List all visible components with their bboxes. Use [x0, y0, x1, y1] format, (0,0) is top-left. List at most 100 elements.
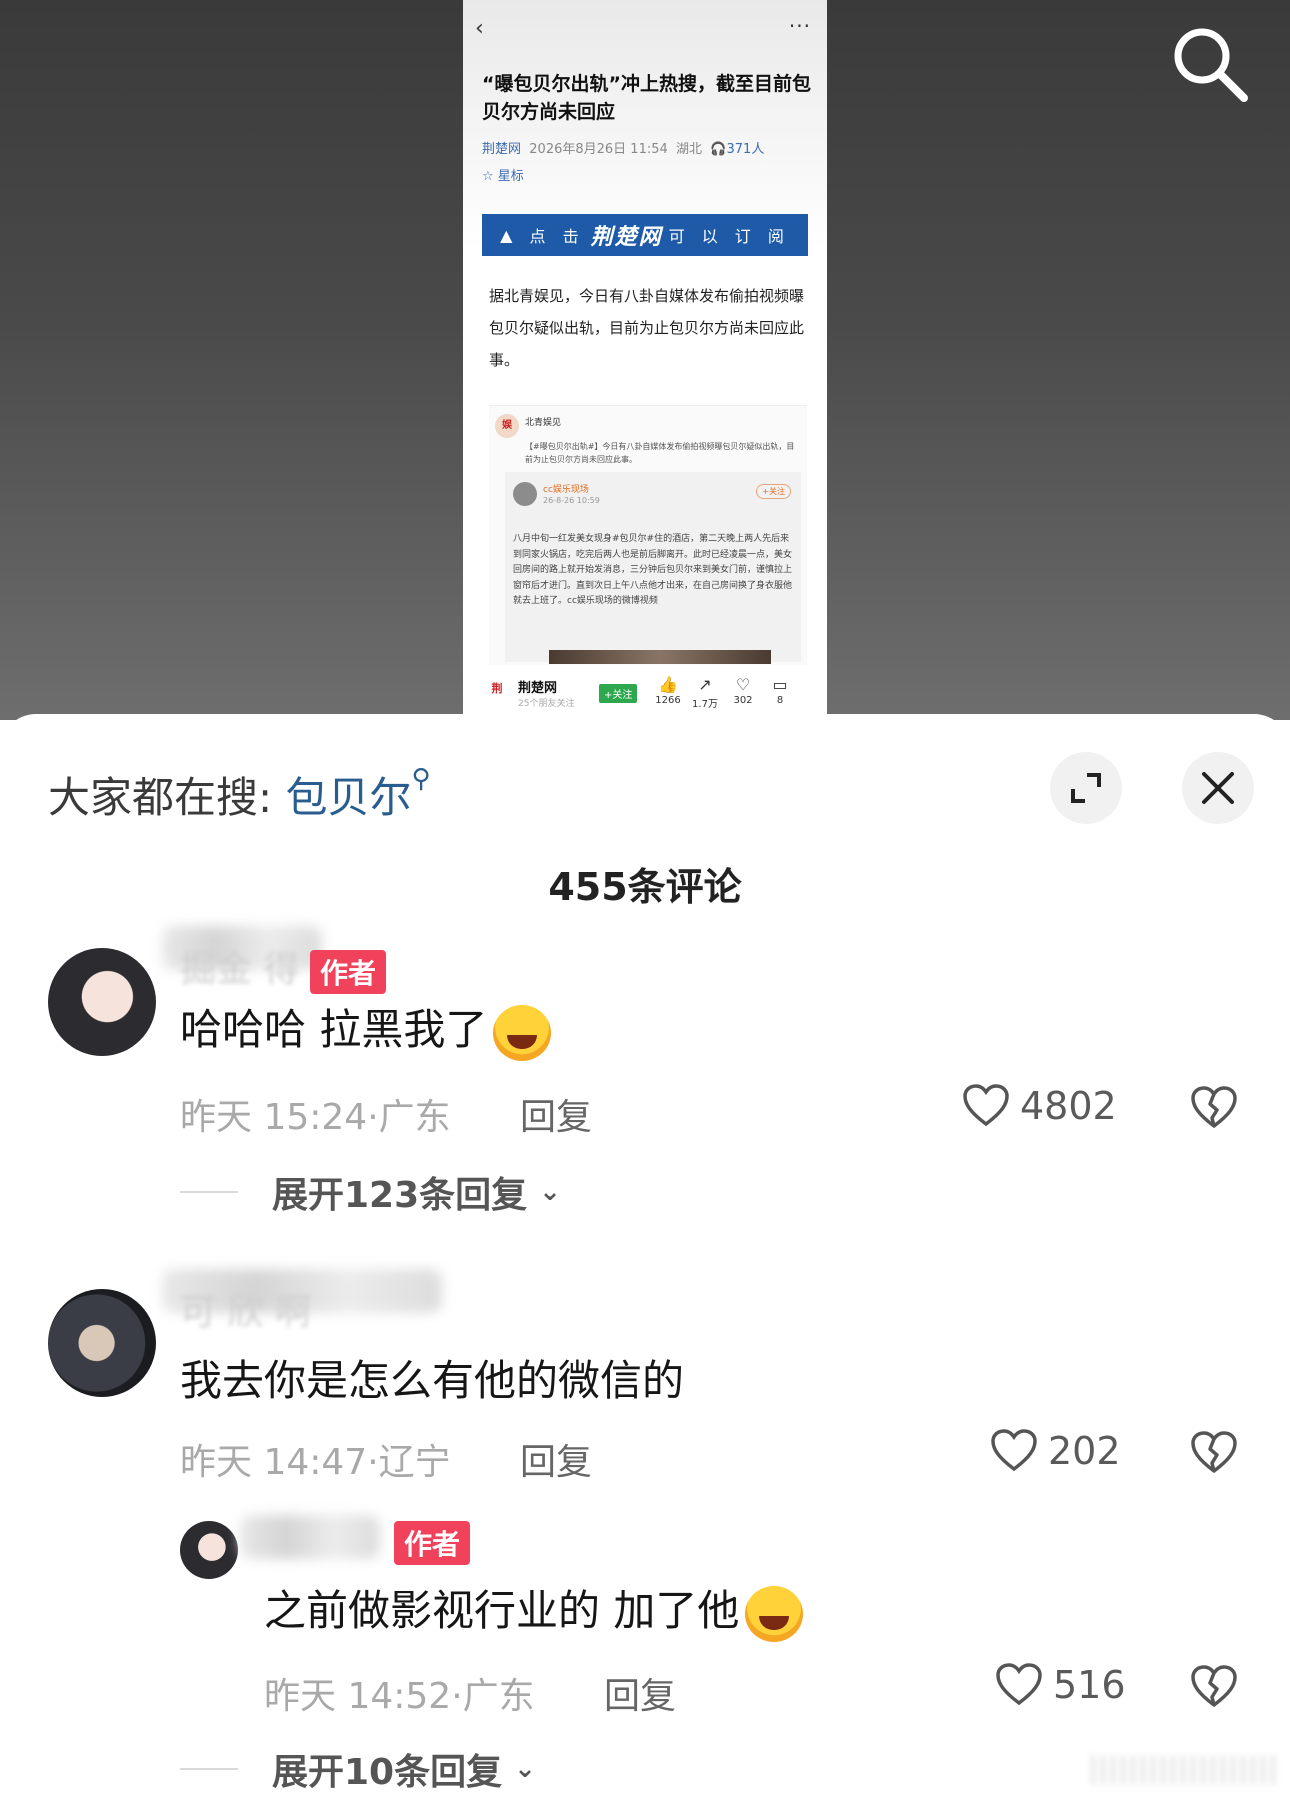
- expand-replies-label: 展开10条回复: [272, 1752, 503, 1793]
- comment-text: 我去你是怎么有他的微信的: [180, 1356, 685, 1405]
- search-icon: [1174, 28, 1248, 102]
- subscribe-banner: ▲ 点 击 荆楚网 可 以 订 阅: [482, 214, 808, 256]
- article-region: 湖北: [676, 142, 703, 157]
- quote-text: 八月中旬一红发美女现身#包贝尔#住的酒店，第二天晚上两人先后来到同家火锅店，吃完…: [513, 534, 793, 606]
- reply-item: 作者 之前做影视行业的 加了他 昨天 14:52·广东 回复 516 展开10条…: [0, 1509, 1290, 1793]
- reply-button[interactable]: 回复: [520, 1088, 592, 1140]
- quote-video-thumb: [549, 650, 771, 664]
- banner-logo: 荆楚网: [590, 224, 663, 250]
- comment-icon: ▭: [772, 675, 788, 694]
- article-listeners: 371人: [726, 142, 765, 157]
- article-title: “曝包贝尔出轨”冲上热搜，截至目前包贝尔方尚未回应: [482, 73, 811, 123]
- expand-button[interactable]: [1050, 752, 1122, 824]
- expand-icon: [1071, 773, 1101, 803]
- article-fav-count: 302: [733, 695, 753, 706]
- hot-search[interactable]: 大家都在搜: 包贝尔⚲: [48, 764, 431, 825]
- broken-heart-icon: [1191, 1431, 1237, 1473]
- dislike-button[interactable]: [1190, 1665, 1238, 1713]
- back-icon: ‹: [475, 16, 484, 41]
- laugh-cry-emoji-icon: [493, 1004, 552, 1061]
- quote-account: cc娱乐现场: [543, 485, 589, 495]
- banner-right: 可 以 订 阅: [668, 227, 790, 246]
- article-bottom-bar: 荆 荆楚网 25个朋友关注 +关注 👍 1266 ↗ 1.7万 ♡ 302 ▭ 8: [463, 665, 827, 714]
- hot-search-prefix: 大家都在搜:: [48, 773, 273, 822]
- video-area[interactable]: ‹ ··· “曝包贝尔出轨”冲上热搜，截至目前包贝尔方尚未回应 荆楚网 2026…: [0, 0, 1290, 720]
- quote-follow: +关注: [756, 484, 791, 499]
- embed-text: 【#曝包贝尔出轨#】今日有八卦自媒体发布偷拍视频曝包贝尔疑似出轨，目前为止包贝尔…: [525, 442, 795, 464]
- share-icon: ↗: [698, 675, 712, 694]
- like-button[interactable]: 202: [990, 1429, 1121, 1473]
- like-button[interactable]: 516: [995, 1663, 1126, 1707]
- article-share-count: 1.7万: [692, 699, 718, 710]
- quote-avatar: [513, 482, 537, 506]
- username[interactable]: 掘金 得: [180, 940, 299, 992]
- dislike-button[interactable]: [1190, 1431, 1238, 1479]
- comment-meta: 昨天 15:24·广东: [180, 1097, 451, 1138]
- article-share: ↗ 1.7万: [685, 675, 725, 710]
- comment-time: 昨天 15:24: [180, 1097, 368, 1138]
- embed-quote: cc娱乐现场 +关注 26-8-26 10:59 八月中旬一红发美女现身#包贝尔…: [505, 472, 801, 664]
- comment-count: 455条评论: [548, 865, 742, 909]
- expand-replies[interactable]: 展开10条回复 ⌄: [180, 1743, 536, 1793]
- article-screenshot: ‹ ··· “曝包贝尔出轨”冲上热搜，截至目前包贝尔方尚未回应 荆楚网 2026…: [463, 0, 827, 714]
- divider: [180, 1191, 238, 1193]
- expand-replies[interactable]: 展开123条回复 ⌄: [180, 1166, 561, 1218]
- author-tag: 作者: [310, 950, 387, 994]
- chevron-down-icon: ⌄: [514, 1754, 536, 1784]
- heart-icon: [963, 1084, 1009, 1127]
- comment-location: 辽宁: [378, 1442, 451, 1483]
- publisher-follow: +关注: [599, 684, 638, 703]
- more-icon: ···: [788, 14, 811, 38]
- comment-location: 广东: [462, 1676, 535, 1717]
- article-comment-count: 8: [776, 695, 784, 706]
- comment-text-content: 哈哈哈 拉黑我了: [180, 1005, 488, 1054]
- avatar[interactable]: [180, 1521, 238, 1579]
- article-fav: ♡ 302: [723, 675, 763, 706]
- watermark: [1090, 1755, 1280, 1785]
- avatar[interactable]: [48, 1289, 156, 1397]
- expand-replies-label: 展开123条回复: [272, 1175, 528, 1216]
- heart-outline-icon: ♡: [735, 675, 751, 694]
- username-blur: [240, 1515, 380, 1559]
- comment-time: 昨天 14:47: [180, 1442, 368, 1483]
- banner-left: 点 击: [529, 227, 585, 246]
- article-like-count: 1266: [655, 695, 681, 706]
- reply-button[interactable]: 回复: [604, 1667, 676, 1719]
- reply-button[interactable]: 回复: [520, 1433, 592, 1485]
- comment-sheet: 大家都在搜: 包贝尔⚲ 455条评论 掘金 得 作者 哈哈哈 拉黑我了 昨天 1…: [0, 714, 1290, 1793]
- broken-heart-icon: [1191, 1665, 1237, 1707]
- dislike-button[interactable]: [1190, 1086, 1238, 1134]
- like-button[interactable]: 4802: [962, 1084, 1117, 1128]
- comment-time: 昨天 14:52: [264, 1676, 452, 1717]
- article-header: ‹ ··· “曝包贝尔出轨”冲上热搜，截至目前包贝尔方尚未回应 荆楚网 2026…: [463, 0, 827, 250]
- comment-meta: 昨天 14:52·广东: [264, 1676, 535, 1717]
- comment-meta: 昨天 14:47·辽宁: [180, 1442, 451, 1483]
- avatar[interactable]: [48, 948, 156, 1056]
- like-count: 4802: [1020, 1084, 1117, 1128]
- username[interactable]: 可 欣 啊: [180, 1283, 311, 1335]
- hot-search-keyword[interactable]: 包贝尔: [286, 773, 412, 822]
- comment-item: 掘金 得 作者 哈哈哈 拉黑我了 昨天 15:24·广东 回复 4802 展开1…: [0, 914, 1290, 1216]
- small-search-icon: ⚲: [411, 764, 431, 794]
- like-count: 202: [1048, 1429, 1121, 1473]
- like-count: 516: [1053, 1663, 1126, 1707]
- article-comment: ▭ 8: [760, 675, 800, 706]
- laugh-cry-emoji-icon: [745, 1585, 804, 1642]
- heart-icon: [991, 1429, 1037, 1472]
- comment-text: 哈哈哈 拉黑我了: [180, 996, 552, 1061]
- author-tag: 作者: [394, 1521, 471, 1565]
- article-body: 据北青娱见，今日有八卦自媒体发布偷拍视频曝包贝尔疑似出轨，目前为止包贝尔方尚未回…: [489, 287, 805, 369]
- close-button[interactable]: [1182, 752, 1254, 824]
- publisher-name: 荆楚网: [518, 681, 558, 696]
- broken-heart-icon: [1191, 1086, 1237, 1128]
- up-arrow-icon: ▲: [500, 225, 519, 245]
- comment-text-content: 之前做影视行业的 加了他: [264, 1586, 740, 1635]
- heart-icon: [996, 1663, 1042, 1706]
- publisher-sub: 25个朋友关注: [518, 699, 575, 709]
- article-like: 👍 1266: [648, 675, 688, 706]
- search-button[interactable]: [1168, 22, 1254, 108]
- publisher-logo: 荆: [491, 682, 503, 695]
- article-datetime: 2026年8月26日 11:54: [529, 142, 668, 157]
- chevron-down-icon: ⌄: [539, 1177, 561, 1207]
- article-star: ☆ 星标: [482, 169, 524, 184]
